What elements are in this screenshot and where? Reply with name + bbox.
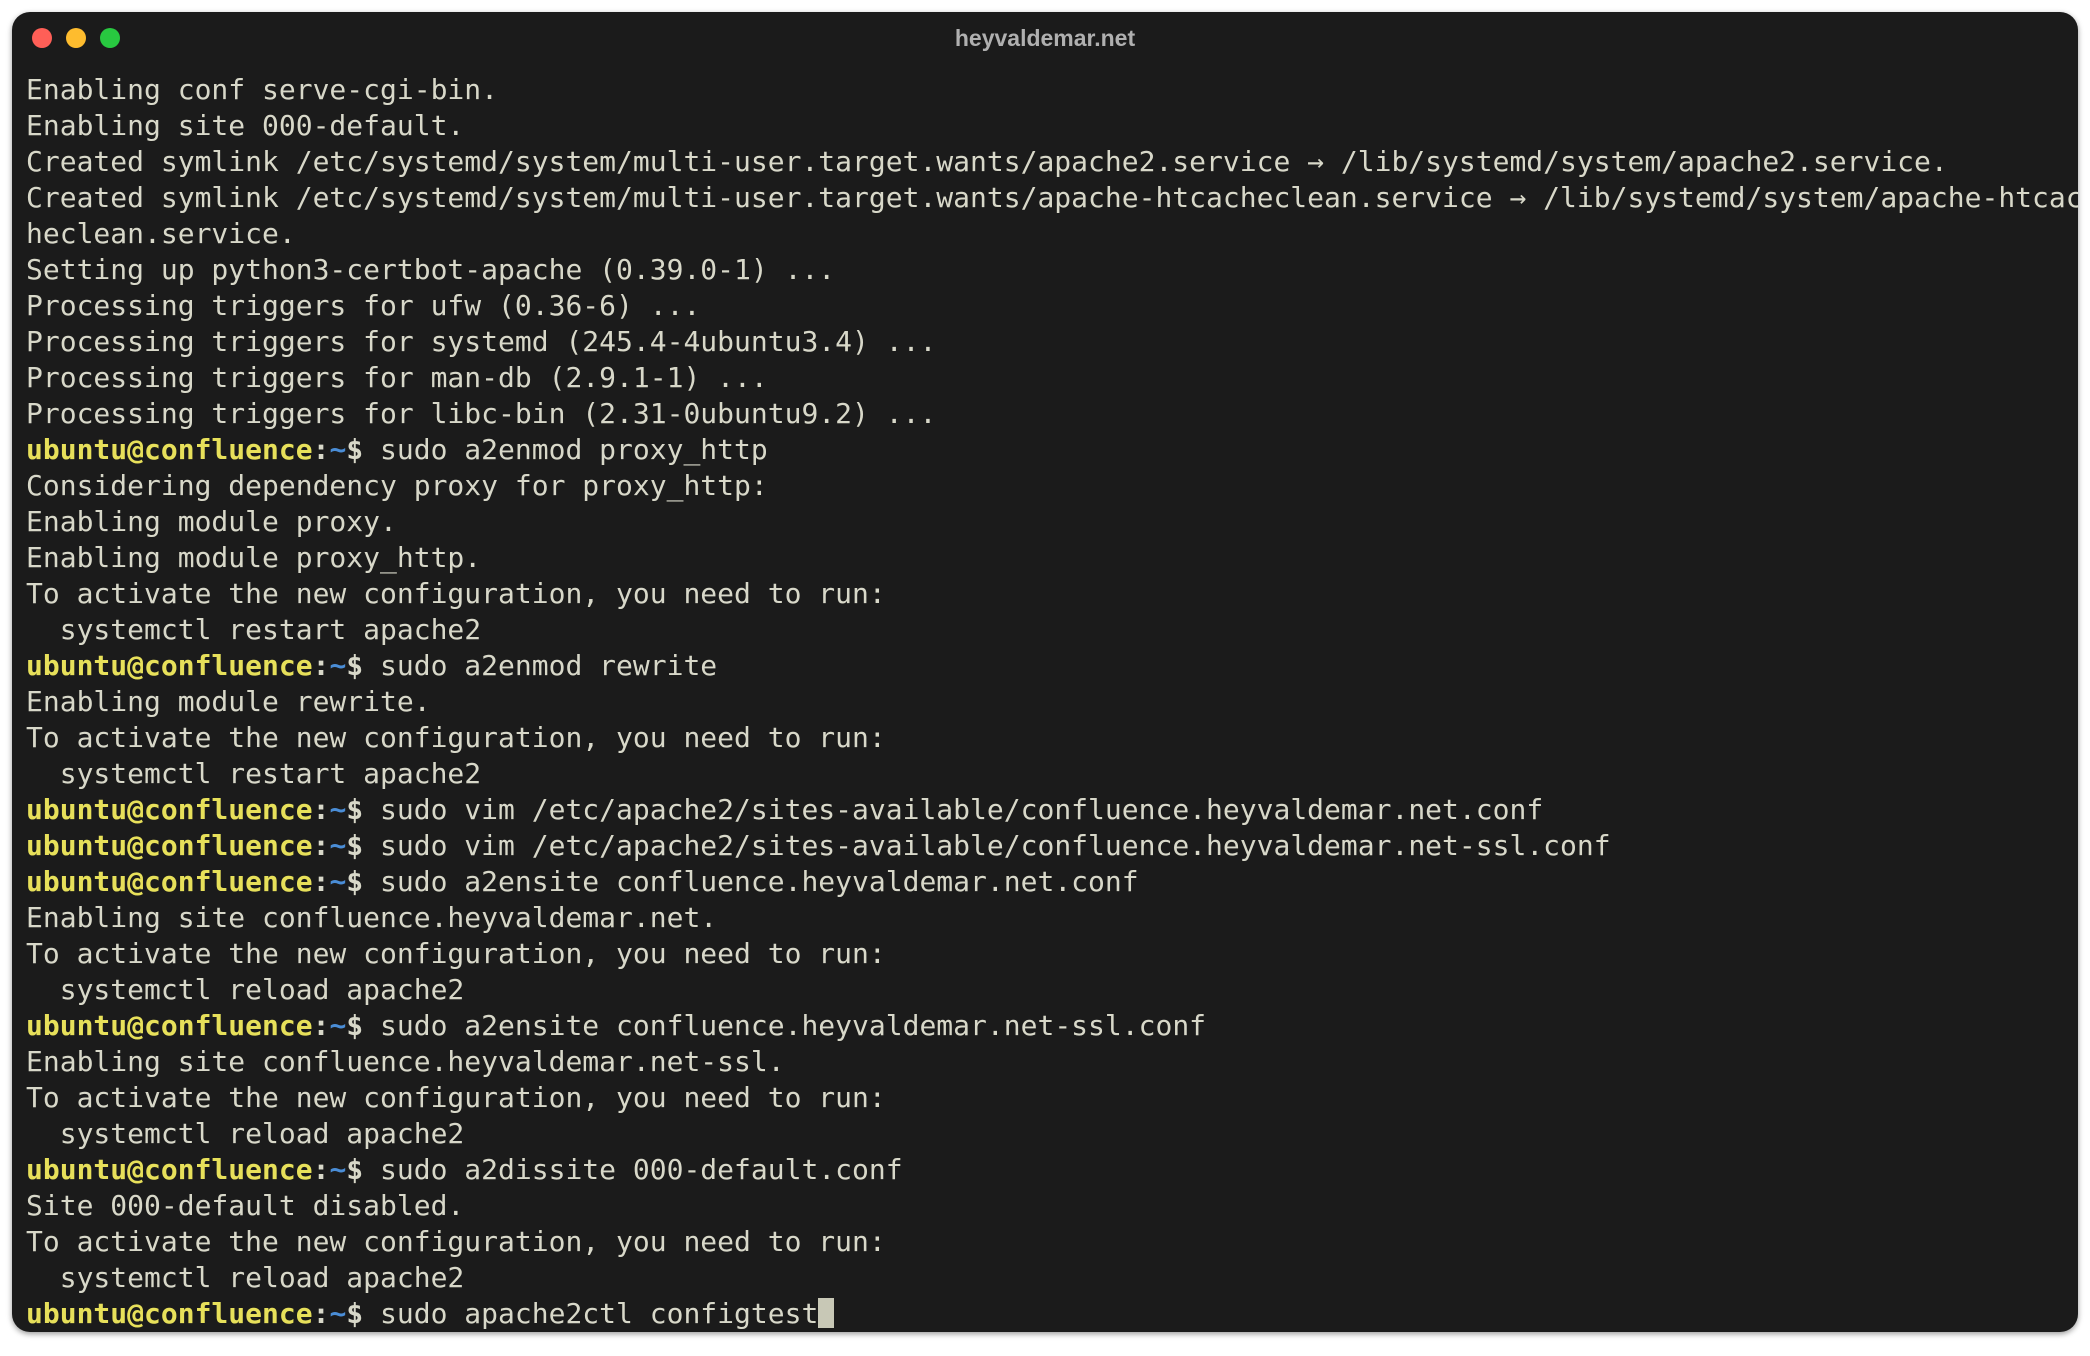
prompt-user-host: ubuntu@confluence [26,1153,313,1186]
prompt-symbol: $ [346,793,380,826]
command-text: sudo vim /etc/apache2/sites-available/co… [380,793,1543,826]
terminal-output-line: Enabling site confluence.heyvaldemar.net… [26,900,2064,936]
prompt-separator: : [313,793,330,826]
terminal-output-line: Enabling module rewrite. [26,684,2064,720]
prompt-user-host: ubuntu@confluence [26,1009,313,1042]
prompt-user-host: ubuntu@confluence [26,1297,313,1330]
window-title: heyvaldemar.net [12,25,2078,52]
prompt-user-host: ubuntu@confluence [26,793,313,826]
title-bar: heyvaldemar.net [12,12,2078,64]
prompt-symbol: $ [346,865,380,898]
terminal-output-line: systemctl reload apache2 [26,1116,2064,1152]
terminal-output-line: Processing triggers for man-db (2.9.1-1)… [26,360,2064,396]
prompt-separator: : [313,865,330,898]
prompt-symbol: $ [346,433,380,466]
prompt-separator: : [313,1297,330,1330]
terminal-output-line: To activate the new configuration, you n… [26,576,2064,612]
terminal-output-line: Created symlink /etc/systemd/system/mult… [26,144,2064,180]
prompt-path: ~ [329,1297,346,1330]
prompt-symbol: $ [346,649,380,682]
command-text: sudo vim /etc/apache2/sites-available/co… [380,829,1611,862]
prompt-user-host: ubuntu@confluence [26,865,313,898]
terminal-command-line: ubuntu@confluence:~$ sudo a2enmod proxy_… [26,432,2064,468]
command-text: sudo apache2ctl configtest [380,1297,818,1330]
terminal-output-line: Created symlink /etc/systemd/system/mult… [26,180,2064,216]
terminal-output-line: systemctl restart apache2 [26,756,2064,792]
terminal-output-line: To activate the new configuration, you n… [26,720,2064,756]
terminal-output-line: systemctl reload apache2 [26,972,2064,1008]
terminal-command-line: ubuntu@confluence:~$ sudo vim /etc/apach… [26,792,2064,828]
prompt-user-host: ubuntu@confluence [26,829,313,862]
terminal-output-line: Considering dependency proxy for proxy_h… [26,468,2064,504]
terminal-window: heyvaldemar.net Enabling conf serve-cgi-… [12,12,2078,1332]
terminal-command-line: ubuntu@confluence:~$ sudo vim /etc/apach… [26,828,2064,864]
prompt-path: ~ [329,793,346,826]
command-text: sudo a2ensite confluence.heyvaldemar.net… [380,1009,1206,1042]
terminal-command-line: ubuntu@confluence:~$ sudo a2ensite confl… [26,864,2064,900]
prompt-user-host: ubuntu@confluence [26,649,313,682]
terminal-output-line: Processing triggers for systemd (245.4-4… [26,324,2064,360]
terminal-output-line: Site 000-default disabled. [26,1188,2064,1224]
terminal-output-line: Enabling module proxy_http. [26,540,2064,576]
prompt-symbol: $ [346,1297,380,1330]
terminal-output-line: Processing triggers for libc-bin (2.31-0… [26,396,2064,432]
maximize-icon[interactable] [100,28,120,48]
command-text: sudo a2enmod proxy_http [380,433,768,466]
prompt-symbol: $ [346,829,380,862]
prompt-path: ~ [329,829,346,862]
terminal-command-line: ubuntu@confluence:~$ sudo apache2ctl con… [26,1296,2064,1332]
prompt-path: ~ [329,433,346,466]
traffic-lights [32,28,120,48]
prompt-separator: : [313,1153,330,1186]
terminal-command-line: ubuntu@confluence:~$ sudo a2enmod rewrit… [26,648,2064,684]
terminal-output-line: To activate the new configuration, you n… [26,936,2064,972]
terminal-output-line: Enabling site confluence.heyvaldemar.net… [26,1044,2064,1080]
prompt-separator: : [313,1009,330,1042]
close-icon[interactable] [32,28,52,48]
command-text: sudo a2ensite confluence.heyvaldemar.net… [380,865,1139,898]
terminal-output-line: systemctl reload apache2 [26,1260,2064,1296]
terminal-output-line: Processing triggers for ufw (0.36-6) ... [26,288,2064,324]
terminal-output-line: heclean.service. [26,216,2064,252]
prompt-separator: : [313,433,330,466]
terminal-output-line: Enabling conf serve-cgi-bin. [26,72,2064,108]
prompt-path: ~ [329,1009,346,1042]
prompt-user-host: ubuntu@confluence [26,433,313,466]
terminal-command-line: ubuntu@confluence:~$ sudo a2dissite 000-… [26,1152,2064,1188]
prompt-separator: : [313,829,330,862]
terminal-output-line: Setting up python3-certbot-apache (0.39.… [26,252,2064,288]
prompt-path: ~ [329,649,346,682]
terminal-output-line: Enabling site 000-default. [26,108,2064,144]
terminal-command-line: ubuntu@confluence:~$ sudo a2ensite confl… [26,1008,2064,1044]
terminal-output[interactable]: Enabling conf serve-cgi-bin.Enabling sit… [12,64,2078,1332]
minimize-icon[interactable] [66,28,86,48]
prompt-symbol: $ [346,1153,380,1186]
prompt-path: ~ [329,1153,346,1186]
terminal-output-line: systemctl restart apache2 [26,612,2064,648]
prompt-path: ~ [329,865,346,898]
command-text: sudo a2dissite 000-default.conf [380,1153,903,1186]
prompt-symbol: $ [346,1009,380,1042]
terminal-output-line: To activate the new configuration, you n… [26,1224,2064,1260]
terminal-output-line: Enabling module proxy. [26,504,2064,540]
terminal-output-line: To activate the new configuration, you n… [26,1080,2064,1116]
cursor-icon [818,1298,834,1328]
command-text: sudo a2enmod rewrite [380,649,717,682]
prompt-separator: : [313,649,330,682]
